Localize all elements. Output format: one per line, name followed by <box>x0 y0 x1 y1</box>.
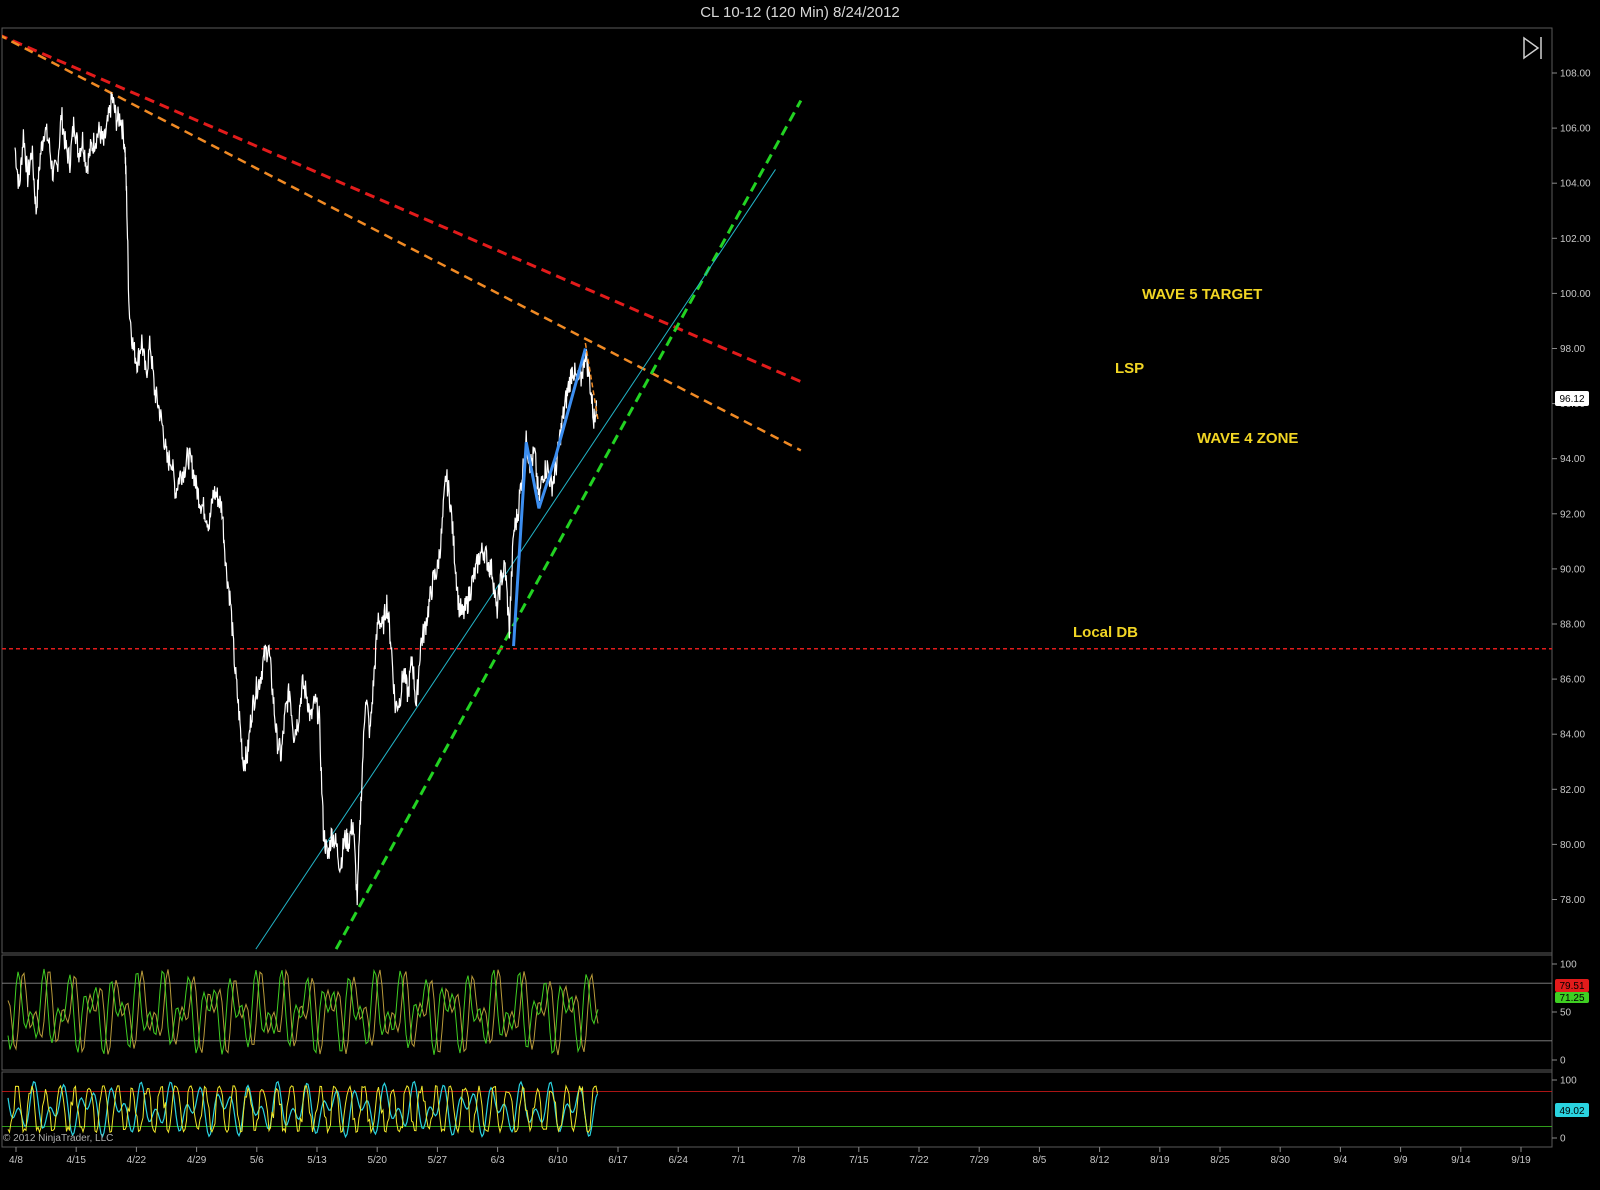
osc1-tick-label: 0 <box>1560 1056 1566 1067</box>
price-tick-label: 84.00 <box>1560 730 1585 741</box>
date-tick-label: 8/25 <box>1210 1155 1230 1166</box>
price-tick-label: 94.00 <box>1560 454 1585 465</box>
price-chart[interactable]: 108.00106.00104.00102.00100.0098.0096.00… <box>0 0 1600 1190</box>
annotation-wave4-zone: WAVE 4 ZONE <box>1197 430 1298 447</box>
date-tick-label: 9/19 <box>1511 1155 1531 1166</box>
date-tick-label: 9/4 <box>1333 1155 1347 1166</box>
oscillator-1: 100 50 0 <box>2 960 1577 1067</box>
support-line <box>334 99 803 950</box>
date-tick-label: 8/30 <box>1270 1155 1290 1166</box>
scroll-to-end-icon[interactable] <box>1523 36 1542 60</box>
channel-line <box>255 169 776 950</box>
osc1-tick-label: 100 <box>1560 960 1577 971</box>
date-tick-label: 6/24 <box>668 1155 688 1166</box>
date-tick-label: 9/14 <box>1451 1155 1471 1166</box>
last-price-value: 96.12 <box>1559 394 1584 405</box>
oscillator1-panel-frame <box>1 954 1553 1071</box>
price-tick-label: 100.00 <box>1560 289 1591 300</box>
trendlines <box>2 34 1552 950</box>
oscillator1-value-a: 79.51 <box>1559 981 1584 992</box>
oscillator1-badges: 79.51 71.25 <box>1555 979 1589 1004</box>
wave4-segment <box>584 342 599 421</box>
price-tick-label: 78.00 <box>1560 895 1585 906</box>
osc2-tick-label: 100 <box>1560 1076 1577 1087</box>
price-tick-label: 98.00 <box>1560 344 1585 355</box>
price-tick-label: 88.00 <box>1560 620 1585 631</box>
date-axis: 4/8 4/15 4/22 4/29 5/6 5/13 5/20 5/27 6/3 6/10 6/1… <box>2 1146 1552 1166</box>
annotation-lsp: LSP <box>1115 360 1144 377</box>
date-tick-label: 4/8 <box>9 1155 23 1166</box>
price-tick-label: 90.00 <box>1560 564 1585 575</box>
date-tick-label: 8/12 <box>1090 1155 1110 1166</box>
date-tick-label: 9/9 <box>1394 1155 1408 1166</box>
price-line <box>14 92 597 906</box>
oscillator1-main-line <box>7 968 599 1055</box>
price-tick-label: 92.00 <box>1560 509 1585 520</box>
price-tick-label: 80.00 <box>1560 840 1585 851</box>
last-price-badge: 96.12 <box>1555 391 1589 406</box>
date-tick-label: 6/3 <box>491 1155 505 1166</box>
date-tick-label: 8/19 <box>1150 1155 1170 1166</box>
date-tick-label: 7/1 <box>731 1155 745 1166</box>
wave5-target-line <box>2 34 802 383</box>
date-tick-label: 7/8 <box>792 1155 806 1166</box>
price-series <box>14 92 597 906</box>
osc2-tick-label: 0 <box>1560 1134 1566 1145</box>
date-tick-label: 5/27 <box>428 1155 448 1166</box>
date-tick-label: 5/20 <box>367 1155 387 1166</box>
annotation-wave5-target: WAVE 5 TARGET <box>1142 286 1262 303</box>
chart-window: CL 10-12 (120 Min) 8/24/2012 108.00 106.0… <box>0 0 1600 1190</box>
oscillator2-panel-frame <box>1 1071 1553 1148</box>
oscillator1-signal-line <box>7 968 599 1056</box>
oscillator2-badge: 49.02 <box>1555 1103 1589 1117</box>
annotation-local-db: Local DB <box>1073 624 1138 641</box>
date-tick-label: 4/15 <box>66 1155 86 1166</box>
price-tick-label: 82.00 <box>1560 785 1585 796</box>
price-tick-label: 106.00 <box>1560 124 1591 135</box>
date-tick-label: 7/22 <box>909 1155 929 1166</box>
date-tick-label: 5/13 <box>307 1155 327 1166</box>
copyright-text: © 2012 NinjaTrader, LLC <box>3 1133 113 1144</box>
resistance-line <box>2 35 802 452</box>
main-panel-frame <box>1 27 1553 954</box>
price-axis: 108.00106.00104.00102.00100.0098.0096.00… <box>1552 69 1591 906</box>
oscillator-2: 100 0 <box>2 1076 1577 1145</box>
price-tick-label: 108.00 <box>1560 69 1591 80</box>
oscillator1-value-b: 71.25 <box>1559 993 1584 1004</box>
date-tick-label: 6/17 <box>608 1155 628 1166</box>
wave-path-line <box>512 348 587 647</box>
price-tick-label: 104.00 <box>1560 179 1591 190</box>
osc1-tick-label: 50 <box>1560 1008 1572 1019</box>
date-tick-label: 4/29 <box>187 1155 207 1166</box>
date-tick-label: 4/22 <box>127 1155 147 1166</box>
date-tick-label: 7/15 <box>849 1155 869 1166</box>
price-tick-label: 86.00 <box>1560 675 1585 686</box>
date-tick-label: 8/5 <box>1032 1155 1046 1166</box>
oscillator2-value: 49.02 <box>1559 1106 1584 1117</box>
date-tick-label: 5/6 <box>250 1155 264 1166</box>
date-tick-label: 7/29 <box>969 1155 989 1166</box>
price-tick-label: 102.00 <box>1560 234 1591 245</box>
date-tick-label: 6/10 <box>548 1155 568 1166</box>
